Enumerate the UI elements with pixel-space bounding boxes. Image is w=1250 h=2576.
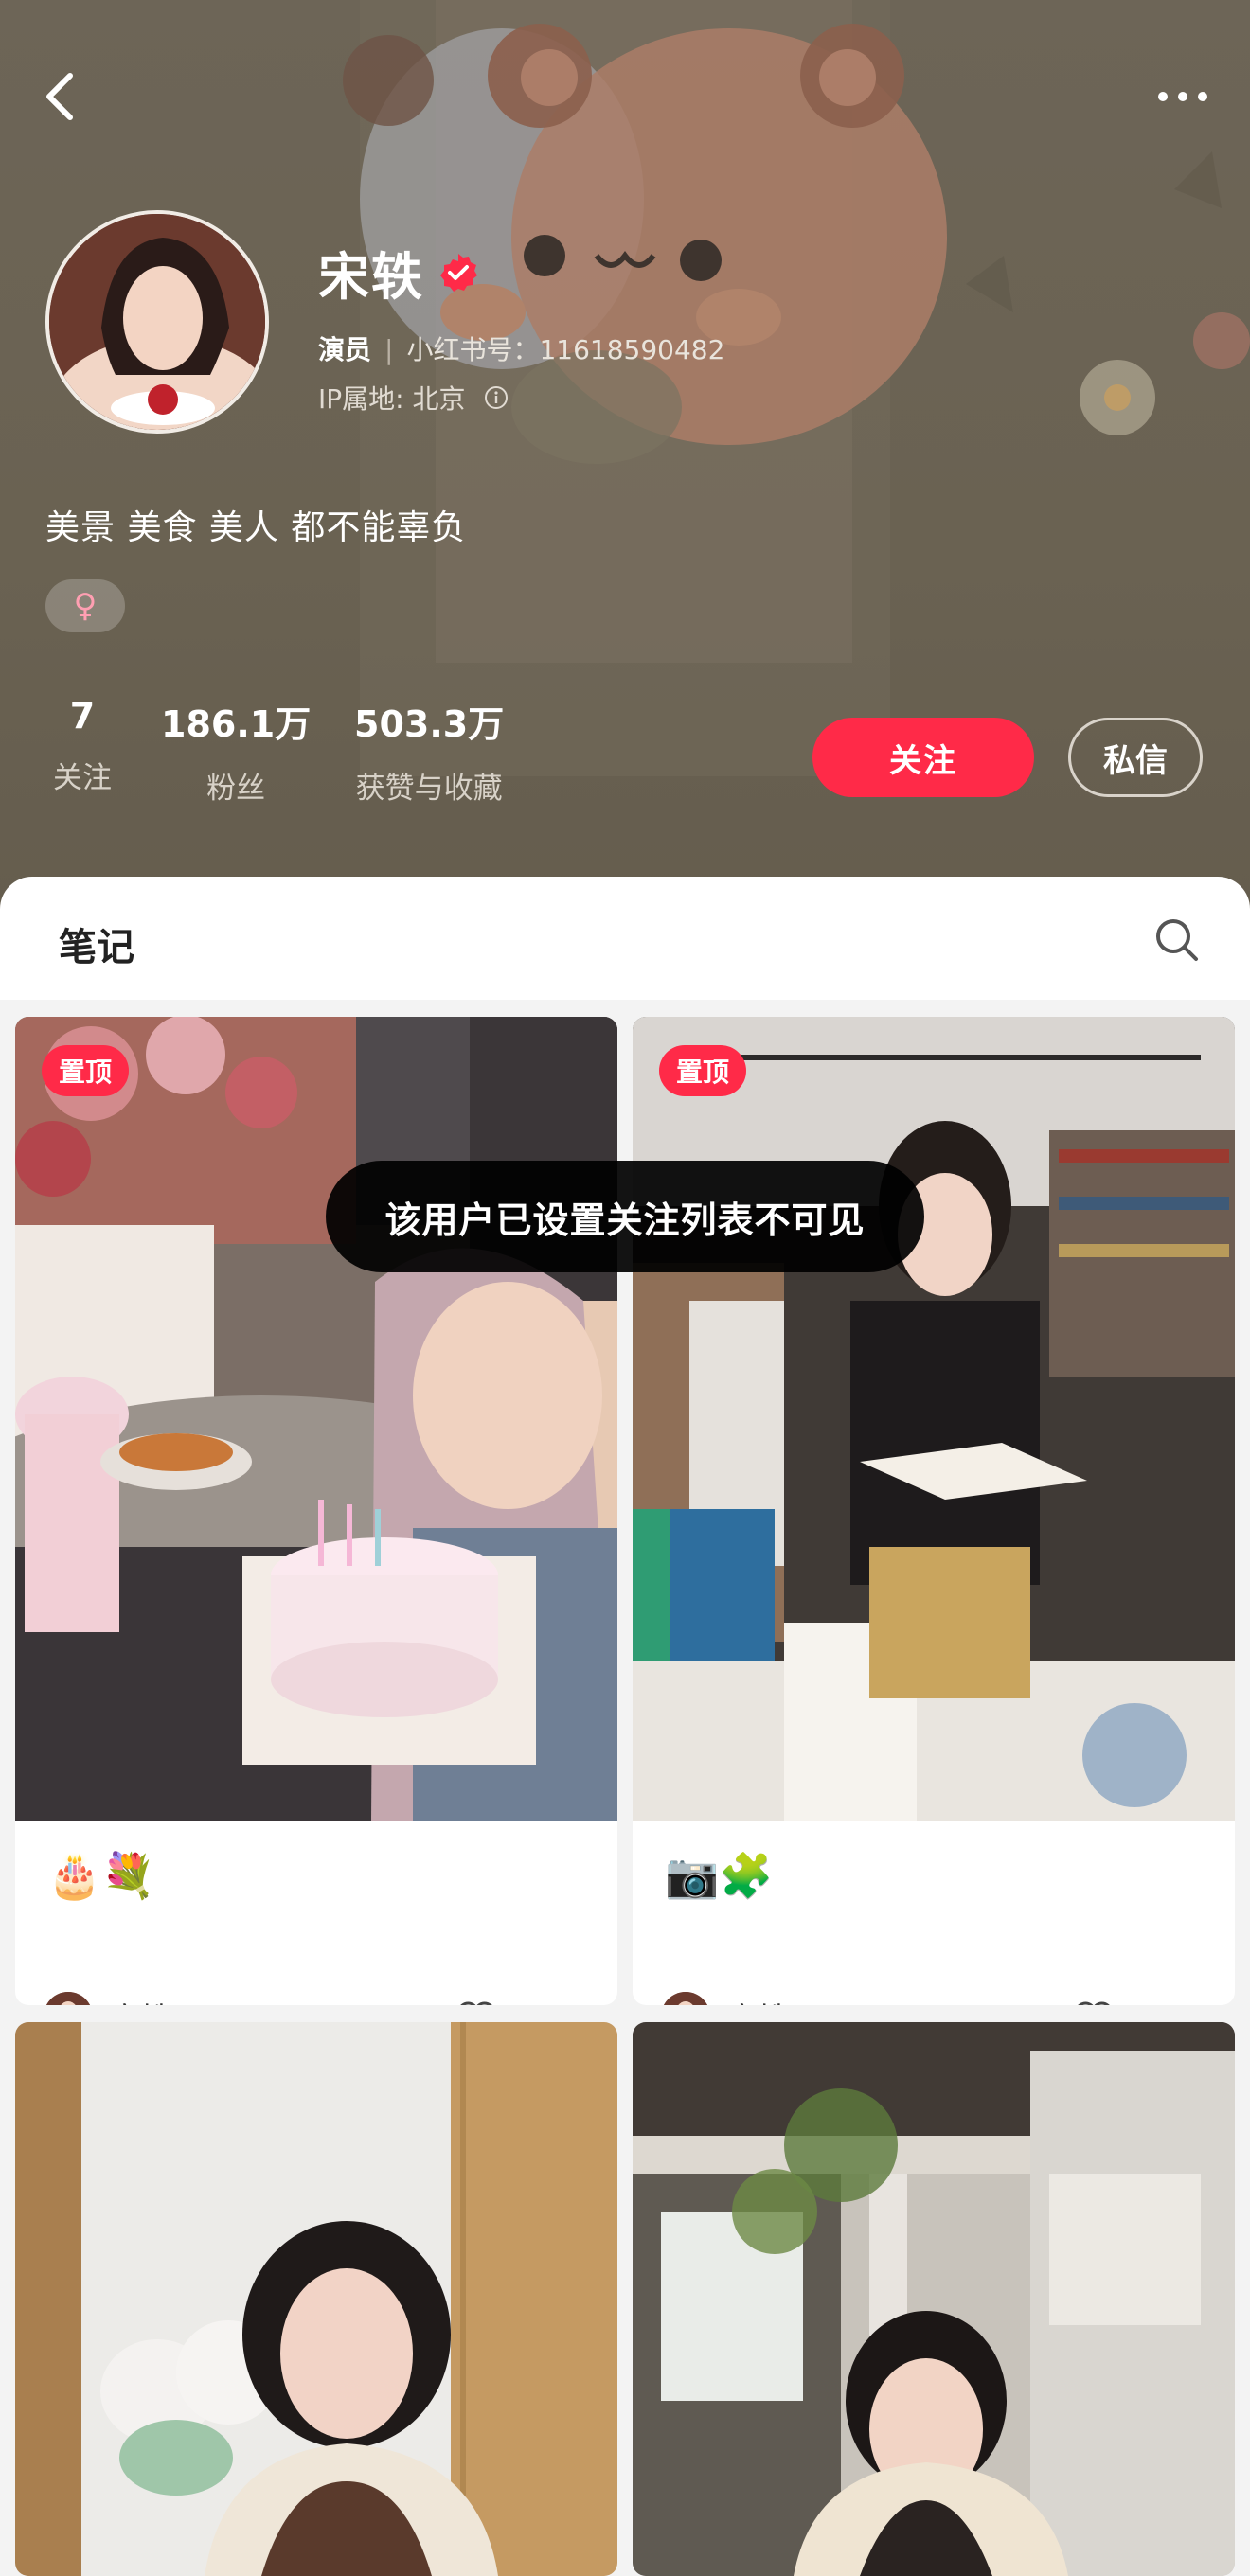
author-avatar bbox=[44, 1992, 93, 2005]
pinned-badge: 置顶 bbox=[659, 1045, 747, 1096]
search-icon[interactable] bbox=[1153, 916, 1201, 964]
verified-icon bbox=[440, 253, 477, 292]
message-button[interactable]: 私信 bbox=[1068, 718, 1203, 797]
note-cover-image bbox=[633, 1017, 1235, 1821]
profile-header: 宋轶 演员 | 小红书号：11618590482 IP属地: 北京 美景 美食 美人… bbox=[0, 0, 1250, 909]
note-author[interactable]: 宋轶 bbox=[661, 1992, 788, 2005]
toast-message: 该用户已设置关注列表不可见 bbox=[326, 1161, 924, 1272]
ip-location: IP属地: 北京 bbox=[318, 379, 509, 417]
note-cover-image bbox=[15, 1017, 617, 1821]
note-title: 🎂💐 bbox=[47, 1850, 156, 1901]
note-author[interactable]: 宋轶 bbox=[44, 1992, 170, 2005]
avatar[interactable] bbox=[45, 210, 269, 434]
stat-followers[interactable]: 186.1万 粉丝 bbox=[161, 695, 311, 807]
note-cover-image bbox=[633, 2022, 1235, 2576]
like-count: 3.5万 bbox=[506, 1996, 589, 2005]
note-card[interactable] bbox=[633, 2022, 1235, 2576]
note-title: 📷🧩 bbox=[665, 1850, 774, 1901]
tab-notes[interactable]: 笔记 bbox=[59, 916, 134, 971]
stat-likes-collects[interactable]: 503.3万 获赞与收藏 bbox=[354, 695, 504, 807]
stat-following[interactable]: 7 关注 bbox=[53, 695, 112, 796]
profile-name: 宋轶 bbox=[318, 247, 424, 307]
like-button[interactable]: 3.5万 bbox=[456, 1996, 589, 2005]
like-count: 2.2万 bbox=[1123, 1996, 1206, 2005]
ip-label: IP属地: 北京 bbox=[318, 383, 466, 415]
profile-role: 演员 bbox=[318, 334, 372, 365]
profile-id: 小红书号：11618590482 bbox=[406, 334, 725, 365]
name-row: 宋轶 bbox=[318, 235, 479, 310]
like-button[interactable]: 2.2万 bbox=[1074, 1996, 1206, 2005]
more-button[interactable] bbox=[1150, 78, 1216, 115]
author-name: 宋轶 bbox=[727, 1995, 788, 2005]
gender-female-icon: ♀ bbox=[45, 579, 125, 632]
notes-tabbar: 笔记 bbox=[0, 877, 1250, 1000]
note-cover-image bbox=[15, 2022, 617, 2576]
follow-button[interactable]: 关注 bbox=[812, 718, 1034, 797]
profile-meta: 演员 | 小红书号：11618590482 bbox=[318, 334, 725, 365]
back-button[interactable] bbox=[36, 68, 93, 125]
profile-bio: 美景 美食 美人 都不能辜负 bbox=[45, 508, 467, 547]
heart-icon bbox=[1077, 2001, 1111, 2005]
note-card[interactable] bbox=[15, 2022, 617, 2576]
info-icon[interactable] bbox=[484, 385, 509, 410]
pinned-badge: 置顶 bbox=[42, 1045, 130, 1096]
heart-icon bbox=[459, 2001, 493, 2005]
author-name: 宋轶 bbox=[110, 1995, 170, 2005]
author-avatar bbox=[661, 1992, 710, 2005]
